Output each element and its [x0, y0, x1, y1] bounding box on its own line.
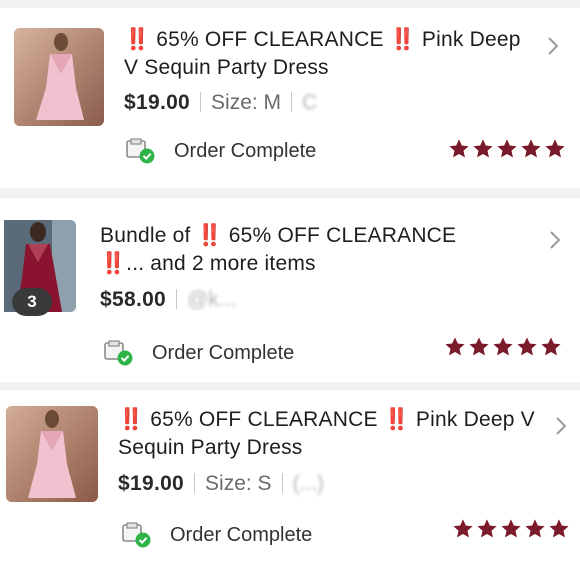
order-card[interactable]: ‼️ 65% OFF CLEARANCE ‼️ Pink Deep V Sequ…	[0, 8, 580, 188]
star-icon	[521, 139, 541, 158]
item-count-badge: 3	[12, 288, 52, 316]
star-icon	[473, 139, 493, 158]
divider	[194, 473, 196, 493]
divider	[291, 92, 293, 112]
divider	[176, 289, 178, 309]
star-icon	[469, 337, 489, 356]
size-label: Size: M	[211, 91, 282, 114]
rating-stars	[452, 518, 570, 540]
price-size-row: $19.00 Size: S (...)	[118, 470, 324, 498]
star-icon	[453, 519, 473, 538]
package-check-icon	[122, 522, 152, 548]
star-icon	[497, 139, 517, 158]
rating-stars	[448, 138, 566, 160]
price-size-row: $19.00 Size: M C	[124, 89, 317, 117]
divider	[200, 92, 202, 112]
price: $19.00	[118, 472, 185, 495]
double-exclamation-icon: ‼️	[383, 408, 410, 431]
star-icon	[501, 519, 521, 538]
status-label: Order Complete	[152, 341, 295, 364]
product-title[interactable]: ‼️ 65% OFF CLEARANCE ‼️ Pink Deep V Sequ…	[124, 26, 534, 82]
product-title[interactable]: Bundle of ‼️ 65% OFF CLEARANCE ‼️... and…	[100, 222, 530, 278]
package-check-icon	[104, 340, 134, 366]
star-icon	[545, 139, 565, 158]
product-title[interactable]: ‼️ 65% OFF CLEARANCE ‼️ Pink Deep V Sequ…	[118, 406, 538, 462]
chevron-right-icon[interactable]	[554, 416, 568, 436]
divider	[281, 473, 283, 493]
double-exclamation-icon: ‼️	[100, 252, 126, 275]
star-icon	[517, 337, 537, 356]
order-status: Order Complete	[122, 522, 312, 548]
rating-stars	[444, 336, 562, 358]
order-card[interactable]: ‼️ 65% OFF CLEARANCE ‼️ Pink Deep V Sequ…	[0, 390, 580, 580]
size-label: Size: S	[205, 472, 272, 495]
chevron-right-icon[interactable]	[548, 230, 562, 250]
dress-image	[14, 28, 104, 126]
status-label: Order Complete	[174, 139, 317, 162]
star-icon	[525, 519, 545, 538]
order-status: Order Complete	[104, 340, 294, 366]
star-icon	[549, 519, 569, 538]
price-seller-row: $58.00 @k...	[100, 286, 236, 314]
product-thumbnail[interactable]	[6, 406, 98, 502]
price: $19.00	[124, 91, 191, 114]
star-icon	[449, 139, 469, 158]
order-card[interactable]: 3 Bundle of ‼️ 65% OFF CLEARANCE ‼️... a…	[0, 198, 580, 382]
price: $58.00	[100, 288, 167, 311]
product-thumbnail[interactable]	[14, 28, 104, 126]
star-icon	[477, 519, 497, 538]
double-exclamation-icon: ‼️	[196, 224, 223, 247]
redacted-text: (...)	[292, 472, 325, 495]
double-exclamation-icon: ‼️	[124, 28, 150, 51]
chevron-right-icon[interactable]	[546, 36, 560, 56]
star-icon	[541, 337, 561, 356]
star-icon	[493, 337, 513, 356]
star-icon	[445, 337, 465, 356]
package-check-icon	[126, 138, 156, 164]
order-status: Order Complete	[126, 138, 316, 164]
seller-handle: @k...	[187, 288, 237, 311]
double-exclamation-icon: ‼️	[118, 408, 144, 431]
double-exclamation-icon: ‼️	[389, 28, 416, 51]
redacted-text: C	[302, 91, 318, 114]
status-label: Order Complete	[170, 523, 313, 546]
dress-image	[6, 406, 98, 502]
